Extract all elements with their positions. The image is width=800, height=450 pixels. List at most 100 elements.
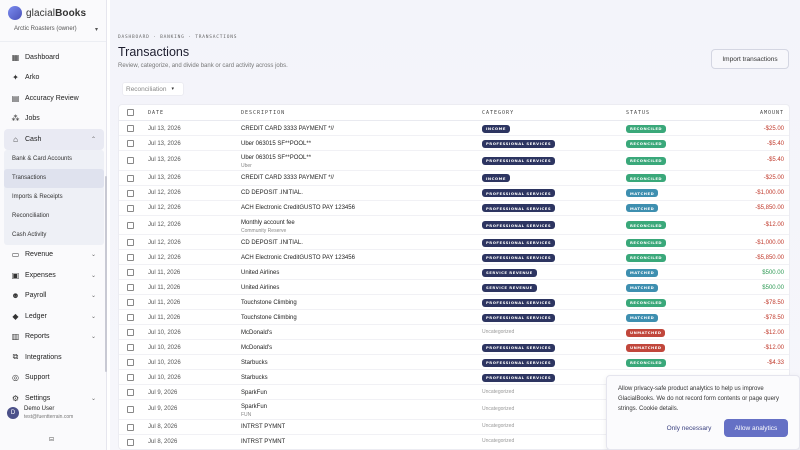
row-category[interactable]: INCOME (482, 174, 510, 182)
row-category[interactable]: PROFESSIONAL SERVICES (482, 313, 556, 322)
reports-icon: ▥ (11, 332, 20, 342)
table-row[interactable]: Jul 13, 2026 Uber 063015 SF**POOL** PROFES… (119, 136, 789, 151)
row-category[interactable]: PROFESSIONAL SERVICES (482, 343, 556, 352)
table-row[interactable]: Jul 10, 2026 McDonald's Uncategorized UNMAT… (119, 325, 789, 340)
row-category[interactable]: SERVICE REVENUE (482, 283, 537, 292)
row-checkbox[interactable] (127, 314, 134, 321)
user-profile[interactable]: D Demo User test@fuentterrain.com (7, 406, 73, 420)
row-category[interactable]: PROFESSIONAL SERVICES (482, 238, 556, 247)
table-row[interactable]: Jul 12, 2026 ACH Electronic CreditGUSTO P… (119, 201, 789, 216)
row-checkbox[interactable] (127, 204, 134, 212)
table-row[interactable]: Jul 12, 2026 Monthly account fee Community… (119, 216, 789, 235)
row-checkbox[interactable] (127, 174, 134, 182)
sidebar-subitem-bank-card-accounts[interactable]: Bank & Card Accounts (4, 150, 104, 169)
sidebar-item-payroll[interactable]: ☻ Payroll ⌄ (4, 286, 104, 307)
sidebar-scrollbar[interactable] (105, 176, 107, 372)
row-category[interactable]: Uncategorized (482, 406, 514, 412)
sidebar-item-reports[interactable]: ▥ Reports ⌄ (4, 327, 104, 348)
org-selector[interactable]: Arctic Roasters (owner) ▾ (14, 26, 98, 33)
row-checkbox[interactable] (127, 359, 134, 366)
row-category[interactable]: Uncategorized (482, 329, 514, 335)
select-all-checkbox[interactable] (127, 109, 134, 116)
category-uncategorized: Uncategorized (482, 423, 515, 429)
row-checkbox[interactable] (127, 254, 134, 261)
table-row[interactable]: Jul 10, 2026 McDonald's PROFESSIONAL SERVI… (119, 340, 789, 355)
row-category[interactable]: PROFESSIONAL SERVICES (482, 253, 556, 262)
row-checkbox[interactable] (127, 269, 134, 276)
row-category[interactable]: PROFESSIONAL SERVICES (482, 139, 556, 148)
row-category[interactable]: SERVICE REVENUE (482, 268, 537, 277)
header-amount[interactable]: AMOUNT (760, 110, 784, 116)
row-category[interactable]: PROFESSIONAL SERVICES (482, 358, 556, 367)
row-checkbox[interactable] (127, 284, 134, 291)
row-category[interactable]: PROFESSIONAL SERVICES (482, 156, 556, 165)
table-row[interactable]: Jul 11, 2026 United Airlines SERVICE REVEN… (119, 280, 789, 295)
row-checkbox[interactable] (127, 221, 134, 229)
sidebar-item-label: Support (25, 374, 50, 382)
table-row[interactable]: Jul 13, 2026 CREDIT CARD 3333 PAYMENT *//… (119, 171, 789, 186)
row-checkbox[interactable] (127, 374, 134, 381)
sidebar-item-arko[interactable]: ✦ Arko (4, 68, 104, 89)
row-checkbox[interactable] (127, 239, 134, 246)
table-row[interactable]: Jul 12, 2026 CD DEPOSIT .INITIAL. PROFESSI… (119, 186, 789, 201)
allow-analytics-button[interactable]: Allow analytics (724, 419, 788, 437)
table-row[interactable]: Jul 10, 2026 Starbucks PROFESSIONAL SERVIC… (119, 355, 789, 370)
header-category[interactable]: CATEGORY (482, 110, 514, 116)
row-status: RECONCILED (626, 124, 667, 133)
header-description[interactable]: DESCRIPTION (241, 110, 285, 116)
sidebar-subitem-cash-activity[interactable]: Cash Activity (4, 226, 104, 245)
row-amount: -$5,850.00 (755, 205, 784, 211)
row-category[interactable]: Uncategorized (482, 438, 514, 444)
import-transactions-button[interactable]: Import transactions (711, 49, 789, 69)
category-badge: SERVICE REVENUE (482, 283, 537, 292)
table-row[interactable]: Jul 12, 2026 CD DEPOSIT .INITIAL. PROFESSI… (119, 235, 789, 250)
breadcrumb: DASHBOARD · BANKING · TRANSACTIONS (118, 35, 238, 40)
row-category[interactable]: PROFESSIONAL SERVICES (482, 298, 556, 307)
row-category[interactable]: PROFESSIONAL SERVICES (482, 204, 556, 212)
status-badge: UNMATCHED (626, 343, 666, 352)
row-checkbox[interactable] (127, 157, 134, 164)
app-logo[interactable]: glacialBooks (8, 6, 86, 20)
row-checkbox[interactable] (127, 329, 134, 336)
row-checkbox[interactable] (127, 423, 134, 431)
table-row[interactable]: Jul 11, 2026 Touchstone Climbing PROFESSIO… (119, 295, 789, 310)
sidebar-subitem-reconciliation[interactable]: Reconciliation (4, 207, 104, 226)
row-checkbox[interactable] (127, 389, 134, 396)
sidebar-subitem-imports-receipts[interactable]: Imports & Receipts (4, 188, 104, 207)
row-checkbox[interactable] (127, 344, 134, 351)
row-category[interactable]: Uncategorized (482, 389, 514, 395)
row-checkbox[interactable] (127, 189, 134, 197)
chevron-down-icon: ⌄ (90, 272, 96, 279)
reconciliation-filter[interactable]: Reconciliation ▾ (122, 82, 184, 96)
sidebar-item-integrations[interactable]: ⧉ Integrations (4, 347, 104, 368)
row-checkbox[interactable] (127, 125, 134, 132)
sidebar-item-ledger[interactable]: ◆ Ledger ⌄ (4, 306, 104, 327)
row-checkbox[interactable] (127, 140, 134, 147)
only-necessary-button[interactable]: Only necessary (661, 419, 717, 437)
row-category[interactable]: Uncategorized (482, 423, 514, 429)
table-row[interactable]: Jul 11, 2026 United Airlines SERVICE REVEN… (119, 265, 789, 280)
table-row[interactable]: Jul 13, 2026 Uber 063015 SF**POOL** Uber PR… (119, 151, 789, 171)
sidebar-item-jobs[interactable]: ⁂ Jobs (4, 109, 104, 130)
row-checkbox[interactable] (127, 406, 134, 413)
table-row[interactable]: Jul 12, 2026 ACH Electronic CreditGUSTO P… (119, 250, 789, 265)
collapse-sidebar-icon[interactable]: ⊟ (49, 436, 54, 443)
sidebar-subitem-transactions[interactable]: Transactions (4, 168, 104, 188)
sidebar-item-cash[interactable]: ⌂ Cash ⌃ (4, 129, 104, 150)
table-row[interactable]: Jul 11, 2026 Touchstone Climbing PROFESSIO… (119, 310, 789, 325)
header-date[interactable]: DATE (148, 110, 164, 116)
row-checkbox[interactable] (127, 299, 134, 306)
header-status[interactable]: STATUS (626, 110, 650, 116)
sidebar-item-revenue[interactable]: ▭ Revenue ⌄ (4, 245, 104, 266)
table-row[interactable]: Jul 13, 2026 CREDIT CARD 3333 PAYMENT *//… (119, 121, 789, 136)
sidebar-item-dashboard[interactable]: ▦ Dashboard (4, 47, 104, 68)
sidebar-divider (0, 41, 106, 42)
row-category[interactable]: PROFESSIONAL SERVICES (482, 373, 556, 382)
sidebar-item-accuracy-review[interactable]: ▤ Accuracy Review (4, 88, 104, 109)
row-category[interactable]: INCOME (482, 124, 510, 133)
row-checkbox[interactable] (127, 438, 134, 446)
sidebar-item-support[interactable]: ◎ Support (4, 368, 104, 389)
row-category[interactable]: PROFESSIONAL SERVICES (482, 189, 556, 197)
row-category[interactable]: PROFESSIONAL SERVICES (482, 221, 556, 229)
sidebar-item-expenses[interactable]: ▣ Expenses ⌄ (4, 265, 104, 286)
